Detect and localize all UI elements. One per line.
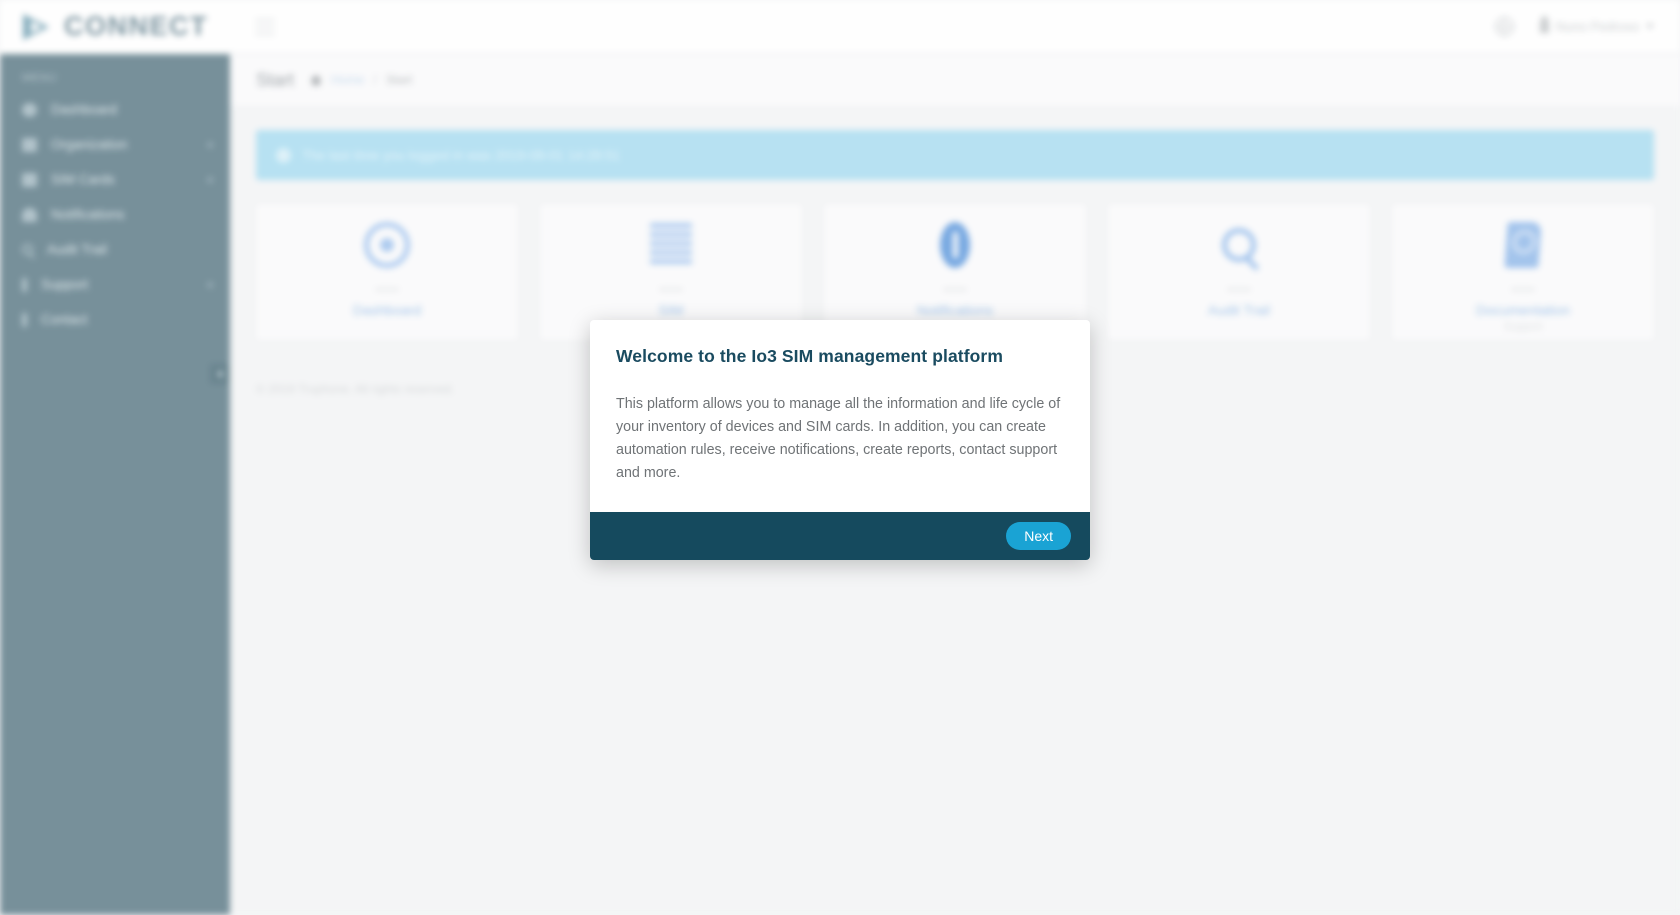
modal-footer: Next (590, 511, 1090, 560)
sidebar-item-sim-cards[interactable]: SIM Cards + (0, 162, 230, 197)
lifebuoy-icon (22, 277, 27, 292)
card-audit-trail[interactable]: •••••• Audit Trail (1108, 204, 1370, 340)
welcome-modal: Welcome to the Io3 SIM management platfo… (590, 320, 1090, 560)
sidebar: MENU Dashboard Organization + SIM Cards … (0, 54, 230, 915)
card-title: Notifications (916, 302, 994, 318)
card-subtitle: Support (1503, 321, 1543, 333)
modal-body: Welcome to the Io3 SIM management platfo… (590, 320, 1090, 512)
breadcrumb-home[interactable]: Home (331, 73, 364, 87)
sidebar-item-label: Audit Trail (47, 242, 108, 257)
play-logo-icon (18, 9, 54, 45)
sim-card-icon (22, 172, 37, 187)
user-avatar-icon (1539, 16, 1549, 33)
card-title: SIM (658, 302, 684, 318)
user-name-label: Nuno Pedroso (1555, 19, 1639, 34)
next-button[interactable]: Next (1006, 521, 1071, 550)
card-documentation[interactable]: •••••• Documentation Support (1392, 204, 1654, 340)
home-icon[interactable] (310, 74, 323, 86)
gauge-icon (364, 220, 410, 270)
magnifier-icon (22, 244, 33, 255)
content-area: The last time you logged in was 2019-08-… (230, 106, 1680, 340)
card-title: Documentation (1475, 302, 1571, 318)
globe-icon[interactable] (1494, 17, 1514, 36)
chevron-down-icon (1646, 24, 1654, 29)
speedometer-icon (22, 102, 37, 117)
sidebar-item-support[interactable]: Support + (0, 267, 230, 302)
search-icon (1222, 220, 1256, 270)
expand-indicator: + (206, 172, 214, 187)
sidebar-item-label: SIM Cards (51, 172, 115, 187)
building-icon (22, 137, 37, 152)
card-title: Audit Trail (1207, 302, 1271, 318)
expand-indicator: + (206, 277, 214, 292)
breadcrumb-current: Start (385, 73, 413, 87)
sidebar-item-label: Dashboard (51, 102, 118, 117)
card-count: •••••• (375, 284, 399, 296)
card-count: •••••• (659, 284, 683, 296)
breadcrumb: Home / Start (310, 73, 412, 87)
sidebar-item-audit-trail[interactable]: Audit Trail (0, 232, 230, 267)
book-icon (1504, 220, 1542, 270)
sidebar-item-label: Contact (41, 312, 88, 327)
bell-icon (22, 207, 37, 222)
logo-text: CONNECT (64, 11, 208, 41)
sidebar-item-dashboard[interactable]: Dashboard (0, 92, 230, 127)
expand-indicator: + (206, 137, 214, 152)
info-icon (940, 220, 970, 270)
top-header: CONNECT Nuno Pedroso (0, 0, 1680, 54)
card-dashboard[interactable]: •••••• Dashboard (256, 204, 518, 340)
modal-description: This platform allows you to manage all t… (616, 396, 1061, 482)
sidebar-item-label: Organization (51, 137, 128, 152)
sidebar-item-label: Support (41, 277, 89, 292)
card-count: •••••• (943, 284, 967, 296)
sidebar-item-contact[interactable]: Contact (0, 302, 230, 337)
card-title: Dashboard (352, 302, 422, 318)
hamburger-menu-icon[interactable] (255, 18, 275, 35)
page-title: Start (256, 69, 295, 90)
envelope-icon (22, 312, 27, 327)
sidebar-item-notifications[interactable]: Notifications (0, 197, 230, 232)
modal-title: Welcome to the Io3 SIM management platfo… (616, 346, 1003, 366)
sidebar-item-label: Notifications (51, 207, 125, 222)
user-menu[interactable]: Nuno Pedroso (1539, 16, 1654, 34)
sidebar-item-organization[interactable]: Organization + (0, 127, 230, 162)
app-root: CONNECT Nuno Pedroso MENU Dashboard Orga… (0, 0, 1680, 915)
breadcrumb-separator: / (373, 73, 377, 87)
card-count: •••••• (1511, 284, 1535, 296)
sidebar-collapse-toggle[interactable] (210, 364, 228, 384)
info-circle-icon (276, 147, 291, 163)
header-actions: Nuno Pedroso (1494, 16, 1680, 36)
list-icon (650, 220, 692, 270)
page-header: Start Home / Start (230, 54, 1680, 106)
last-login-banner: The last time you logged in was 2019-08-… (256, 130, 1654, 180)
logo[interactable]: CONNECT (0, 0, 230, 54)
card-count: •••••• (1227, 284, 1251, 296)
banner-text: The last time you logged in was 2019-08-… (302, 147, 621, 163)
sidebar-section-label: MENU (22, 72, 57, 84)
